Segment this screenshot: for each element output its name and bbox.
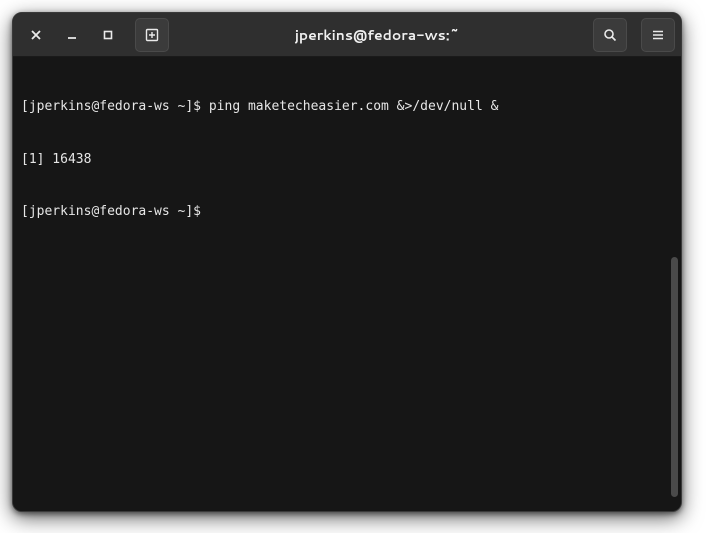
terminal-line: [jperkins@fedora-ws ~]$	[21, 203, 673, 221]
command-text: ping maketecheasier.com &>/dev/null &	[209, 99, 499, 114]
hamburger-icon	[651, 28, 665, 42]
prompt: [jperkins@fedora-ws ~]$	[21, 99, 209, 114]
minimize-button[interactable]	[55, 18, 89, 52]
menu-button[interactable]	[641, 18, 675, 52]
search-button[interactable]	[593, 18, 627, 52]
output-text: [1] 16438	[21, 152, 91, 167]
scrollbar-thumb[interactable]	[671, 257, 678, 497]
terminal-body[interactable]: [jperkins@fedora-ws ~]$ ping maketecheas…	[13, 57, 681, 511]
terminal-window: jperkins@fedora-ws:~ [jper	[12, 12, 682, 512]
terminal-content: [jperkins@fedora-ws ~]$ ping maketecheas…	[21, 63, 673, 256]
cursor	[209, 205, 216, 219]
prompt: [jperkins@fedora-ws ~]$	[21, 204, 209, 219]
titlebar-right-controls	[585, 18, 675, 52]
new-tab-button[interactable]	[135, 18, 169, 52]
search-icon	[603, 28, 617, 42]
titlebar: jperkins@fedora-ws:~	[13, 13, 681, 57]
minimize-icon	[66, 29, 78, 41]
maximize-icon	[102, 29, 114, 41]
new-tab-icon	[145, 28, 159, 42]
close-icon	[30, 29, 42, 41]
close-button[interactable]	[19, 18, 53, 52]
terminal-line: [1] 16438	[21, 151, 673, 169]
terminal-line: [jperkins@fedora-ws ~]$ ping maketecheas…	[21, 98, 673, 116]
window-title: jperkins@fedora-ws:~	[169, 25, 585, 45]
maximize-button[interactable]	[91, 18, 125, 52]
titlebar-left-controls	[19, 18, 169, 52]
